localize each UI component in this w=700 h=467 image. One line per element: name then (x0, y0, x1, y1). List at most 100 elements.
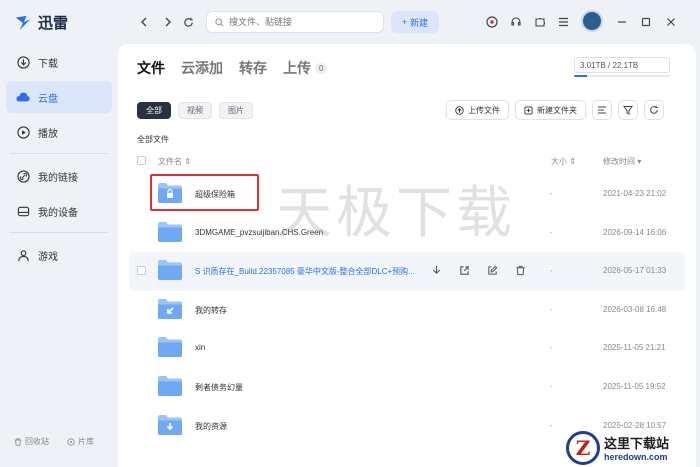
file-name[interactable]: 我的资源 (195, 421, 227, 432)
column-header-size[interactable]: 大小 ⇕ (551, 156, 576, 167)
row-actions (429, 263, 527, 277)
file-name[interactable]: xin (195, 343, 205, 352)
menu-icon[interactable] (555, 14, 571, 30)
column-time-label: 修改时间 (603, 157, 635, 166)
breadcrumb[interactable]: 全部文件 (137, 134, 169, 145)
library-button[interactable]: 片库 (67, 436, 94, 447)
file-name[interactable]: S 识质存在_Build.22357085 豪华中文版-整合全部DLC+预购..… (195, 266, 415, 277)
sidebar-item-devices[interactable]: 我的设备 (6, 195, 112, 227)
folder-icon (157, 259, 183, 281)
filter-video[interactable]: 视频 (178, 102, 212, 119)
search-box[interactable] (206, 11, 384, 33)
upload-file-button[interactable]: 上传文件 (446, 100, 509, 120)
game-icon (16, 248, 30, 262)
divider (10, 232, 108, 233)
plus-icon: + (401, 17, 408, 27)
new-button[interactable]: + 新建 (391, 11, 439, 33)
refresh-list-icon[interactable] (644, 100, 664, 120)
file-size: - (550, 266, 553, 276)
support-icon[interactable] (508, 14, 524, 30)
file-size: - (550, 304, 553, 314)
file-row[interactable]: 3DMGAME_pvzsuijiban.CHS.Green - 2026-09-14… (129, 214, 685, 253)
column-header-name[interactable]: 文件名 ⇕ (158, 156, 191, 167)
sidebar-item-play[interactable]: 播放 (6, 116, 112, 148)
file-time: 2026-05-17 01:33 (603, 266, 667, 276)
file-name[interactable]: 3DMGAME_pvzsuijiban.CHS.Green (195, 228, 323, 237)
thunder-logo-icon (15, 15, 31, 30)
sort-icon[interactable] (592, 100, 612, 120)
sidebar-item-label: 云盘 (38, 93, 58, 105)
upload-icon (455, 105, 464, 115)
file-size: - (550, 420, 553, 430)
recycle-bin-label: 回收站 (25, 437, 49, 446)
file-size: - (550, 343, 553, 353)
storage-text: 3.01TB / 22.1TB (574, 57, 670, 73)
sidebar-item-download[interactable]: 下载 (6, 46, 112, 78)
file-row[interactable]: S 识质存在_Build.22357085 豪华中文版-整合全部DLC+预购..… (129, 252, 685, 291)
folder-icon (157, 221, 183, 243)
minimize-icon[interactable] (614, 14, 630, 30)
share-icon[interactable] (457, 263, 471, 277)
sidebar-bottom: 回收站 片库 (14, 436, 94, 447)
tab-upload[interactable]: 上传 0 (283, 58, 328, 78)
device-icon (16, 204, 30, 218)
tab-label: 上传 (283, 60, 311, 76)
plugin-icon[interactable] (532, 14, 548, 30)
tab-files[interactable]: 文件 (137, 58, 165, 78)
back-arrow-icon[interactable] (136, 14, 152, 30)
file-row[interactable]: 我的转存 - 2026-03-08 16:48 (129, 291, 685, 330)
search-input[interactable] (229, 17, 369, 27)
file-size: - (550, 227, 553, 237)
app-logo: 迅雷 (14, 12, 68, 33)
file-row[interactable]: xin - 2025-11-05 21:21 (129, 329, 685, 368)
folder-icon (157, 298, 183, 320)
refresh-icon[interactable] (180, 14, 196, 30)
download-icon[interactable] (429, 263, 443, 277)
sidebar-item-games[interactable]: 游戏 (6, 239, 112, 271)
search-icon (215, 17, 224, 26)
column-header-time[interactable]: 修改时间 ▾ (603, 156, 641, 167)
file-size: - (550, 189, 553, 198)
new-folder-label: 新建文件夹 (537, 105, 577, 115)
tab-cloud-add[interactable]: 云添加 (181, 58, 223, 78)
column-name-label: 文件名 (158, 157, 182, 166)
storage-bar-fill (574, 75, 588, 77)
delete-icon[interactable] (513, 263, 527, 277)
file-time: 2025-11-05 21:21 (603, 343, 666, 353)
new-folder-button[interactable]: 新建文件夹 (515, 100, 586, 120)
site-text: 这里下载站 heredown.com (604, 433, 669, 462)
edit-icon[interactable] (485, 263, 499, 277)
maximize-icon[interactable] (638, 14, 654, 30)
tab-label: 转存 (239, 60, 267, 76)
file-time: 2026-09-14 16:06 (603, 227, 667, 237)
folder-icon (157, 414, 183, 436)
storage-indicator[interactable]: 3.01TB / 22.1TB (574, 57, 670, 77)
file-name[interactable]: 剩者债务幻量 (195, 382, 243, 393)
file-name[interactable]: 我的转存 (195, 305, 227, 316)
filter-image[interactable]: 图片 (219, 102, 253, 119)
filter-icon[interactable] (618, 100, 638, 120)
cloud-icon (16, 90, 30, 104)
sidebar-item-links[interactable]: 我的链接 (6, 160, 112, 192)
folder-icon (157, 336, 183, 358)
library-label: 片库 (78, 437, 94, 446)
upload-file-label: 上传文件 (468, 105, 500, 115)
upload-count-badge: 0 (315, 62, 328, 74)
filter-all[interactable]: 全部 (137, 102, 171, 119)
film-icon (67, 437, 75, 446)
sidebar-item-label: 我的链接 (38, 172, 78, 184)
mail-icon[interactable] (484, 14, 500, 30)
sidebar-item-cloud[interactable]: 云盘 (6, 81, 112, 113)
select-all-checkbox[interactable] (137, 156, 146, 165)
file-row[interactable]: 剩者债务幻量 - 2025-11-05 19:52 (129, 368, 685, 407)
site-badge: Z 这里下载站 heredown.com (566, 428, 700, 467)
close-icon[interactable] (663, 14, 679, 30)
file-time: 2026-03-08 16:48 (603, 304, 667, 314)
recycle-bin-button[interactable]: 回收站 (14, 436, 49, 447)
file-time: 2021-04-23 21:02 (603, 189, 667, 198)
tab-transfer[interactable]: 转存 (239, 58, 267, 78)
row-checkbox[interactable] (137, 266, 146, 276)
forward-arrow-icon[interactable] (160, 14, 176, 30)
sidebar-item-label: 播放 (38, 128, 58, 140)
avatar[interactable] (581, 10, 603, 32)
